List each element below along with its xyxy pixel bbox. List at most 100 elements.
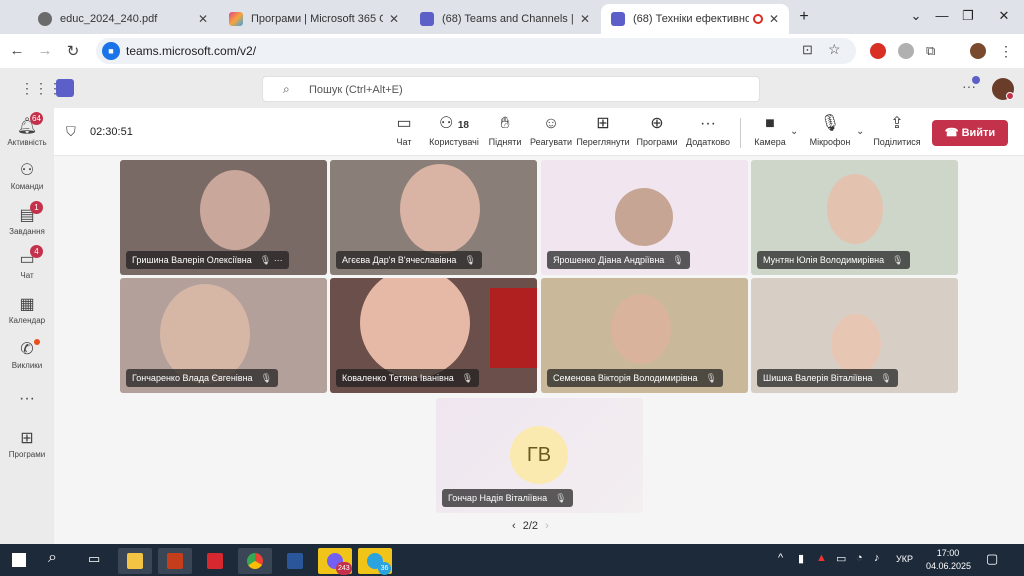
participant-tile[interactable]: ГВ Гончар Надія Віталіївна 🎙︎ (436, 398, 643, 513)
grid-view-icon: ⊞ (596, 115, 610, 132)
teams-icon (611, 12, 625, 26)
notifications-icon[interactable]: ▢ (986, 551, 998, 567)
next-page-icon[interactable]: › (545, 520, 549, 532)
participant-name-tag: Гришина Валерія Олексіївна 🎙︎ ··· (126, 251, 289, 269)
profile-avatar[interactable] (970, 43, 986, 59)
chrome-app[interactable] (238, 548, 272, 574)
install-app-icon[interactable]: ⊡ (802, 42, 813, 58)
rail-item-more[interactable]: ··· (0, 390, 54, 410)
close-icon[interactable]: ✕ (769, 12, 779, 26)
tab-title: educ_2024_240.pdf (60, 13, 158, 25)
restore-button[interactable]: ❐ (958, 8, 978, 24)
participant-tile[interactable]: Семенова Вікторія Володимирівна 🎙︎ (541, 278, 748, 393)
language-indicator[interactable]: УКР (896, 554, 913, 564)
people-button[interactable]: ⚇ 18 Користувачі (426, 114, 482, 147)
rail-item-teams[interactable]: ⚇ Команди (0, 160, 54, 191)
apps-button[interactable]: ⊕ Програми (629, 114, 685, 147)
clock[interactable]: 17:00 04.06.2025 (926, 548, 971, 571)
close-window-button[interactable]: ✕ (994, 8, 1014, 24)
participant-tile[interactable]: Мунтян Юлія Володимирівна 🎙︎ (751, 160, 958, 275)
forward-icon[interactable]: → (36, 42, 54, 59)
rail-item-apps[interactable]: ⊞ Програми (0, 428, 54, 459)
calls-dot (34, 339, 40, 345)
site-info-icon[interactable]: ■ (102, 42, 120, 60)
new-tab-button[interactable]: + (794, 8, 814, 26)
tray-chevron-icon[interactable]: ^ (778, 552, 783, 564)
prev-page-icon[interactable]: ‹ (512, 520, 516, 532)
browser-tab-active[interactable]: (68) Техніки ефективного · ✕ (601, 4, 789, 34)
address-bar-row: ← → ↻ ■ teams.microsoft.com/v2/ ⊡ ☆ ⧉ ⋮ (0, 34, 1024, 68)
participant-name: Коваленко Тетяна Іванівна (342, 373, 454, 383)
file-explorer-app[interactable] (118, 548, 152, 574)
browser-menu-icon[interactable]: ⋮ (998, 43, 1014, 59)
participant-face (611, 294, 671, 364)
meeting-timer: 02:30:51 (90, 126, 133, 138)
browser-tab[interactable]: (68) Teams and Channels | Пере ✕ (410, 4, 600, 34)
tile-more-icon[interactable]: ··· (274, 255, 283, 265)
telegram-app[interactable]: 36 (358, 548, 392, 575)
network-icon[interactable]: ◔ (856, 552, 863, 564)
close-icon[interactable]: ✕ (389, 12, 399, 26)
react-label: Реагувати (529, 137, 573, 147)
app-rail: 🔔︎ Активність 64 ⚇ Команди ▤ Завдання 1 … (0, 108, 54, 544)
minimize-button[interactable]: — (932, 8, 952, 23)
viber-app[interactable]: 243 (318, 548, 352, 575)
share-icon: ⇪ (890, 115, 904, 132)
teams-icon (420, 12, 434, 26)
rail-item-assignments[interactable]: ▤ Завдання 1 (0, 201, 54, 236)
search-icon[interactable]: ⌕ (48, 549, 57, 567)
rail-item-activity[interactable]: 🔔︎ Активність 64 (0, 112, 54, 147)
bookmark-star-icon[interactable]: ☆ (828, 41, 841, 58)
chevron-down-icon[interactable]: ⌄ (790, 126, 798, 137)
volume-icon[interactable]: ♪ (874, 552, 880, 564)
share-button[interactable]: ⇪ Поділитися (869, 114, 925, 147)
view-button[interactable]: ⊞ Переглянути (575, 114, 631, 147)
reload-icon[interactable]: ↻ (64, 42, 82, 60)
tab-title: Програми | Microsoft 365 Copi (251, 13, 383, 25)
participant-name-tag: Мунтян Юлія Володимирівна 🎙︎ (757, 251, 910, 269)
leave-button[interactable]: ☎ Вийти (932, 120, 1008, 146)
participant-tile[interactable]: Агєєва Дар'я В'ячеславівна 🎙︎ (330, 160, 537, 275)
mic-button[interactable]: 🎙︎ Мікрофон (802, 114, 858, 147)
word-app[interactable] (278, 548, 312, 574)
people-icon: ⚇ (19, 162, 35, 179)
back-icon[interactable]: ← (8, 42, 26, 59)
url-field[interactable]: ■ teams.microsoft.com/v2/ ⊡ ☆ (96, 38, 856, 64)
participant-tile[interactable]: Гончаренко Влада Євгенівна 🎙︎ (120, 278, 327, 393)
rail-label: Чат (20, 271, 34, 280)
rail-label: Завдання (9, 227, 45, 236)
participant-tile[interactable]: Коваленко Тетяна Іванівна 🎙︎ (330, 278, 537, 393)
more-button[interactable]: ··· Додатково (680, 114, 736, 147)
task-view-icon[interactable]: ▭ (88, 551, 100, 567)
participant-name-tag: Гончаренко Влада Євгенівна 🎙︎ (126, 369, 278, 387)
rail-item-calls[interactable]: ✆ Виклики (0, 339, 54, 370)
rail-item-chat[interactable]: ▭ Чат 4 (0, 245, 54, 280)
close-icon[interactable]: ✕ (580, 12, 590, 26)
participant-tile[interactable]: Шишка Валерія Віталіївна 🎙︎ (751, 278, 958, 393)
react-button[interactable]: ☺ Реагувати (523, 114, 579, 147)
chat-button[interactable]: ▭ Чат (376, 114, 432, 147)
participant-avatar (615, 188, 673, 246)
rail-item-calendar[interactable]: ▦ Календар (0, 294, 54, 325)
browser-tab[interactable]: Програми | Microsoft 365 Copi ✕ (219, 4, 409, 34)
adblock-icon[interactable] (870, 43, 886, 59)
search-box[interactable]: ⌕ Пошук (Ctrl+Alt+E) (262, 76, 760, 102)
powerpoint-app[interactable] (158, 548, 192, 574)
chevron-down-icon[interactable]: ⌄ (856, 126, 864, 137)
tab-title: (68) Техніки ефективного · (633, 13, 750, 25)
more-icon: ··· (700, 115, 716, 132)
battery-icon[interactable]: ▭ (836, 552, 846, 565)
tab-search-button[interactable]: ⌄ (906, 8, 926, 24)
page-indicator: 2/2 (522, 520, 539, 532)
browser-tab[interactable]: educ_2024_240.pdf ✕ (28, 4, 218, 34)
extension-globe-icon[interactable] (898, 43, 914, 59)
windows-start-icon[interactable] (12, 553, 26, 567)
microphone-icon: 🎙︎ (819, 115, 841, 132)
extensions-puzzle-icon[interactable]: ⧉ (926, 43, 942, 59)
close-icon[interactable]: ✕ (198, 12, 208, 26)
participant-tile[interactable]: Ярошенко Діана Андріївна 🎙︎ (541, 160, 748, 275)
pdf-reader-app[interactable] (198, 548, 232, 574)
pdf-tray-icon[interactable]: ▲ (816, 552, 827, 564)
usb-icon[interactable]: ▮ (798, 552, 804, 565)
participant-tile[interactable]: Гришина Валерія Олексіївна 🎙︎ ··· (120, 160, 327, 275)
